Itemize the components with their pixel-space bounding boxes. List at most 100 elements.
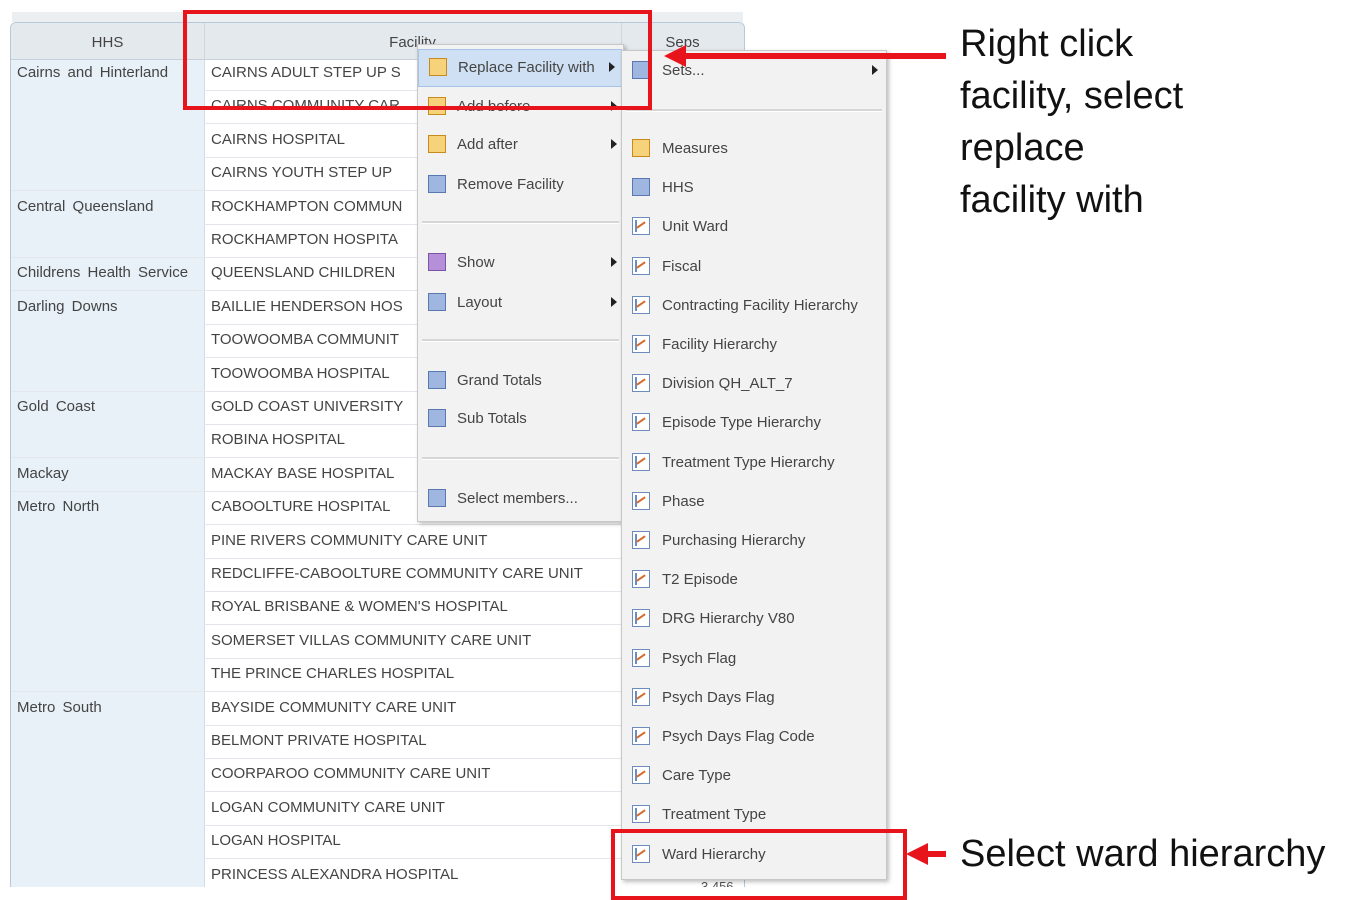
menu-item-label: Show	[457, 254, 495, 271]
hierarchy-icon	[632, 570, 650, 589]
submenu-item-label: Purchasing Hierarchy	[662, 532, 806, 549]
submenu-item-fiscal[interactable]: Fiscal	[622, 249, 884, 285]
facility-cell[interactable]: TOOWOOMBA COMMUNIT	[211, 325, 399, 358]
facility-cell[interactable]: REDCLIFFE-CABOOLTURE COMMUNITY CARE UNIT	[211, 559, 583, 592]
submenu-item-treatment-type[interactable]: Treatment Type	[622, 797, 884, 833]
submenu-item-division-qh-alt-7[interactable]: Division QH_ALT_7	[622, 366, 884, 402]
facility-cell[interactable]: COORPAROO COMMUNITY CARE UNIT	[211, 759, 490, 792]
hierarchy-icon	[632, 609, 650, 628]
menu-item-label: Remove Facility	[457, 176, 564, 193]
submenu-item-drg-hierarchy-v80[interactable]: DRG Hierarchy V80	[622, 601, 884, 637]
facility-cell[interactable]: LOGAN HOSPITAL	[211, 826, 341, 859]
submenu-item-label: Measures	[662, 140, 728, 157]
hhs-cell[interactable]: Metro South	[17, 693, 102, 726]
hierarchy-icon	[632, 256, 650, 275]
menu-separator	[422, 221, 619, 224]
hierarchy-icon	[632, 648, 650, 667]
arrow-line-top	[684, 53, 946, 59]
header-hhs[interactable]: HHS	[11, 23, 205, 59]
facility-cell[interactable]: BAYSIDE COMMUNITY CARE UNIT	[211, 693, 456, 726]
facility-cell[interactable]: ROBINA HOSPITAL	[211, 425, 345, 458]
menu-item-sub-totals[interactable]: Sub Totals	[418, 401, 623, 437]
submenu-item-psych-days-flag-code[interactable]: Psych Days Flag Code	[622, 719, 884, 755]
submenu-arrow-icon	[611, 257, 617, 267]
hierarchy-icon	[632, 413, 650, 432]
submenu-item-label: Unit Ward	[662, 218, 729, 236]
submenu-item-label: Psych Days Flag	[662, 688, 775, 706]
submenu-item-label: T2 Episode	[662, 571, 738, 589]
hhs-cell[interactable]: Central Queensland	[17, 192, 153, 225]
hhs-cell[interactable]: Gold Coast	[17, 392, 95, 425]
submenu-item-label: Phase	[662, 492, 705, 510]
submenu-item-care-type[interactable]: Care Type	[622, 758, 884, 794]
hierarchy-icon	[632, 687, 650, 706]
facility-cell[interactable]: QUEENSLAND CHILDREN	[211, 258, 395, 291]
measures-icon	[632, 139, 650, 157]
hhs-cell[interactable]: Cairns and Hinterland	[17, 58, 168, 91]
submenu-item-hhs[interactable]: HHS	[622, 170, 884, 206]
show-icon	[428, 253, 446, 271]
submenu-item-t2-episode[interactable]: T2 Episode	[622, 562, 884, 598]
hierarchy-icon	[632, 531, 650, 549]
callout-select-ward: Select ward hierarchy	[960, 833, 1326, 875]
facility-cell[interactable]: BAILLIE HENDERSON HOS	[211, 292, 403, 325]
hierarchy-icon	[632, 491, 650, 510]
hhs-cell[interactable]: Darling Downs	[17, 292, 118, 325]
submenu-item-unit-ward[interactable]: Unit Ward	[622, 209, 884, 245]
hierarchy-icon	[632, 727, 650, 745]
layout-icon	[428, 293, 446, 311]
add-after-icon	[428, 135, 446, 153]
highlight-box-ward	[611, 829, 907, 900]
facility-cell[interactable]: GOLD COAST UNIVERSITY	[211, 392, 403, 425]
submenu-item-contracting-facility-hierarchy[interactable]: Contracting Facility Hierarchy	[622, 288, 884, 324]
hierarchy-icon	[632, 452, 650, 471]
facility-cell[interactable]: THE PRINCE CHARLES HOSPITAL	[211, 659, 454, 692]
menu-item-add-after[interactable]: Add after	[418, 127, 623, 163]
facility-cell[interactable]: TOOWOOMBA HOSPITAL	[211, 359, 390, 392]
highlight-box-replace	[183, 10, 652, 110]
submenu-item-label: Treatment Type Hierarchy	[662, 453, 835, 471]
submenu-item-phase[interactable]: Phase	[622, 484, 884, 520]
hierarchy-icon	[632, 374, 650, 393]
submenu-item-psych-flag[interactable]: Psych Flag	[622, 641, 884, 677]
submenu-arrow-icon	[611, 297, 617, 307]
menu-item-grand-totals[interactable]: Grand Totals	[418, 363, 623, 399]
facility-cell[interactable]: SOMERSET VILLAS COMMUNITY CARE UNIT	[211, 626, 531, 659]
hhs-cell[interactable]: Metro North	[17, 492, 99, 525]
submenu-item-purchasing-hierarchy[interactable]: Purchasing Hierarchy	[622, 523, 884, 559]
menu-item-remove-facility[interactable]: Remove Facility	[418, 167, 623, 203]
facility-cell[interactable]: CAIRNS YOUTH STEP UP	[211, 158, 392, 191]
menu-item-layout[interactable]: Layout	[418, 285, 623, 321]
facility-cell[interactable]: ROCKHAMPTON COMMUN	[211, 192, 402, 225]
submenu-item-episode-type-hierarchy[interactable]: Episode Type Hierarchy	[622, 405, 884, 441]
menu-item-label: Select members...	[457, 490, 578, 507]
facility-cell[interactable]: LOGAN COMMUNITY CARE UNIT	[211, 793, 445, 826]
dimension-icon	[632, 178, 650, 197]
facility-cell[interactable]: ROCKHAMPTON HOSPITA	[211, 225, 398, 258]
callout-line-4: facility with	[960, 179, 1144, 221]
submenu-item-label: Treatment Type	[662, 806, 767, 824]
submenu-item-label: DRG Hierarchy V80	[662, 610, 795, 628]
callout-instructions: Right click facility, select replace fac…	[960, 18, 1183, 226]
submenu-item-measures[interactable]: Measures	[622, 131, 884, 167]
menu-item-show[interactable]: Show	[418, 245, 623, 281]
submenu-item-psych-days-flag[interactable]: Psych Days Flag	[622, 680, 884, 716]
menu-separator	[422, 457, 619, 460]
facility-cell[interactable]: CAIRNS HOSPITAL	[211, 125, 345, 158]
menu-separator	[626, 109, 882, 112]
hhs-cell[interactable]: Mackay	[17, 459, 69, 492]
hhs-cell[interactable]: Childrens Health Service	[17, 258, 188, 291]
menu-item-select-members[interactable]: Select members...	[418, 481, 623, 517]
facility-cell[interactable]: PINE RIVERS COMMUNITY CARE UNIT	[211, 526, 487, 559]
facility-cell[interactable]: MACKAY BASE HOSPITAL	[211, 459, 394, 492]
facility-cell[interactable]: PRINCESS ALEXANDRA HOSPITAL	[211, 860, 458, 887]
facility-cell[interactable]: ROYAL BRISBANE & WOMEN'S HOSPITAL	[211, 592, 508, 625]
submenu-item-label: Psych Flag	[662, 649, 737, 667]
facility-cell[interactable]: CABOOLTURE HOSPITAL	[211, 492, 390, 525]
menu-item-label: Grand Totals	[457, 372, 542, 389]
submenu-item-facility-hierarchy[interactable]: Facility Hierarchy	[622, 327, 884, 363]
hierarchy-icon	[632, 295, 650, 314]
submenu-item-label: Contracting Facility Hierarchy	[662, 296, 858, 314]
submenu-item-treatment-type-hierarchy[interactable]: Treatment Type Hierarchy	[622, 445, 884, 481]
facility-cell[interactable]: BELMONT PRIVATE HOSPITAL	[211, 726, 427, 759]
